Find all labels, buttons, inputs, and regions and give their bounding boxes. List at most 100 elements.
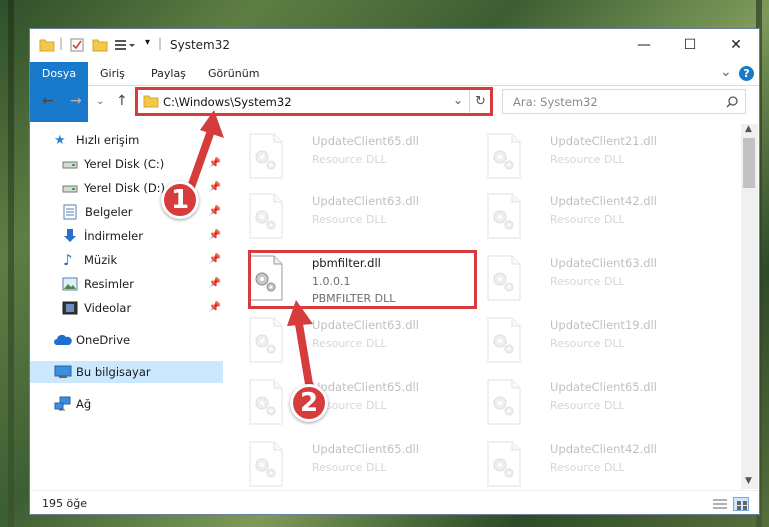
large-icons-view-icon[interactable] [733, 497, 749, 511]
file-description: Resource DLL [312, 153, 387, 166]
maximize-icon: ☐ [683, 37, 697, 53]
callout-badge-2: 2 [290, 384, 328, 422]
file-item[interactable]: UpdateClient19.dll Resource DLL [478, 310, 706, 370]
forward-icon[interactable]: → [70, 93, 82, 109]
sidebar-item-onedrive[interactable]: OneDrive [30, 329, 223, 351]
file-name: UpdateClient65.dll [550, 380, 657, 394]
scrollbar-thumb[interactable] [743, 138, 755, 188]
file-name: UpdateClient42.dll [550, 442, 657, 456]
search-icon [726, 96, 738, 108]
dll-file-icon [249, 193, 283, 239]
file-description: Resource DLL [550, 153, 625, 166]
dll-file-icon [487, 317, 521, 363]
background-tree [8, 0, 14, 527]
dll-file-icon [487, 441, 521, 487]
status-bar: 195 öğe [30, 490, 759, 516]
callout-badge-1: 1 [161, 181, 199, 219]
dll-file-icon [249, 379, 283, 425]
file-item[interactable]: UpdateClient42.dll Resource DLL [478, 434, 706, 489]
details-view-icon[interactable] [712, 498, 728, 510]
dll-file-icon [249, 133, 283, 179]
file-description: Resource DLL [550, 337, 625, 350]
file-description: Resource DLL [550, 213, 625, 226]
sidebar-item-pictures[interactable]: Resimler 📌 [30, 273, 223, 295]
sidebar-item-this-pc[interactable]: Bu bilgisayar [30, 361, 223, 383]
dll-file-icon [249, 441, 283, 487]
close-button[interactable]: ✕ [713, 29, 759, 61]
file-item[interactable]: UpdateClient65.dll Resource DLL [240, 126, 468, 186]
star-icon: ★ [54, 132, 66, 148]
separator: | [158, 36, 163, 50]
file-name: UpdateClient65.dll [312, 134, 419, 148]
file-description: Resource DLL [312, 213, 387, 226]
file-name: UpdateClient65.dll [312, 442, 419, 456]
minimize-icon: — [637, 37, 651, 53]
pin-icon[interactable]: 📌 [209, 278, 221, 289]
drive-icon [62, 185, 78, 193]
file-item[interactable]: UpdateClient42.dll Resource DLL [478, 186, 706, 246]
sidebar-item-videos[interactable]: Videolar 📌 [30, 297, 223, 319]
customize-toolbar-icon[interactable] [114, 38, 136, 52]
title-bar: | ▾ | System32 — ☐ ✕ [30, 29, 759, 62]
tab-share[interactable]: Paylaş [141, 62, 196, 86]
file-item[interactable]: UpdateClient63.dll Resource DLL [478, 248, 706, 308]
file-name: UpdateClient19.dll [550, 318, 657, 332]
scroll-down-icon[interactable]: ▼ [745, 476, 752, 486]
download-icon [64, 229, 76, 242]
pin-icon[interactable]: 📌 [209, 230, 221, 241]
folder-icon [39, 39, 55, 52]
music-icon: ♪ [63, 251, 73, 269]
file-item[interactable]: UpdateClient63.dll Resource DLL [240, 310, 468, 370]
minimize-button[interactable]: — [621, 29, 667, 61]
file-item[interactable]: UpdateClient63.dll Resource DLL [240, 186, 468, 246]
file-description: Resource DLL [550, 275, 625, 288]
sidebar-item-network[interactable]: Ağ [30, 393, 223, 415]
videos-icon [62, 301, 78, 315]
file-description: Resource DLL [312, 461, 387, 474]
file-item[interactable]: UpdateClient65.dll Resource DLL [478, 372, 706, 432]
dll-file-icon [487, 255, 521, 301]
up-icon[interactable]: ↑ [116, 93, 128, 109]
drive-icon [62, 161, 78, 169]
file-name: UpdateClient21.dll [550, 134, 657, 148]
tab-home[interactable]: Giriş [90, 62, 135, 86]
document-icon [63, 204, 77, 220]
tab-view[interactable]: Görünüm [198, 62, 269, 86]
file-description: Resource DLL [550, 399, 625, 412]
pin-icon[interactable]: 📌 [209, 206, 221, 217]
qa-dropdown-icon[interactable]: ▾ [145, 37, 150, 48]
help-icon[interactable]: ? [739, 66, 754, 81]
pin-icon[interactable]: 📌 [209, 302, 221, 313]
onedrive-icon [54, 334, 72, 345]
vertical-scrollbar[interactable]: ▲ ▼ [741, 124, 758, 489]
dll-file-icon [487, 193, 521, 239]
window-title: System32 [170, 38, 231, 52]
file-item[interactable]: UpdateClient21.dll Resource DLL [478, 126, 706, 186]
recent-locations-icon[interactable]: ⌄ [96, 96, 104, 107]
file-item[interactable]: UpdateClient65.dll Resource DLL [240, 434, 468, 489]
network-icon [54, 396, 71, 411]
file-item[interactable]: UpdateClient65.dll Resource DLL [240, 372, 468, 432]
file-name: UpdateClient42.dll [550, 194, 657, 208]
item-count: 195 öğe [42, 497, 87, 510]
new-folder-icon[interactable] [92, 38, 108, 52]
search-placeholder: Ara: System32 [513, 95, 598, 109]
computer-icon [54, 365, 72, 378]
sidebar-item-music[interactable]: ♪ Müzik 📌 [30, 249, 223, 271]
expand-ribbon-icon[interactable]: ⌄ [720, 64, 732, 80]
file-name: UpdateClient63.dll [312, 194, 419, 208]
ribbon-tabs: Dosya Giriş Paylaş Görünüm ⌄ ? [30, 62, 759, 122]
scroll-up-icon[interactable]: ▲ [745, 124, 752, 134]
properties-icon[interactable] [70, 38, 84, 52]
dll-file-icon [487, 379, 521, 425]
sidebar-item-downloads[interactable]: İndirmeler 📌 [30, 225, 223, 247]
dll-file-icon [249, 317, 283, 363]
back-icon[interactable]: ← [42, 93, 54, 109]
pin-icon[interactable]: 📌 [209, 254, 221, 265]
file-description: Resource DLL [550, 461, 625, 474]
dll-file-icon [487, 133, 521, 179]
maximize-button[interactable]: ☐ [667, 29, 713, 61]
close-icon: ✕ [730, 37, 742, 53]
separator: | [59, 36, 64, 50]
search-input[interactable]: Ara: System32 [502, 89, 746, 114]
